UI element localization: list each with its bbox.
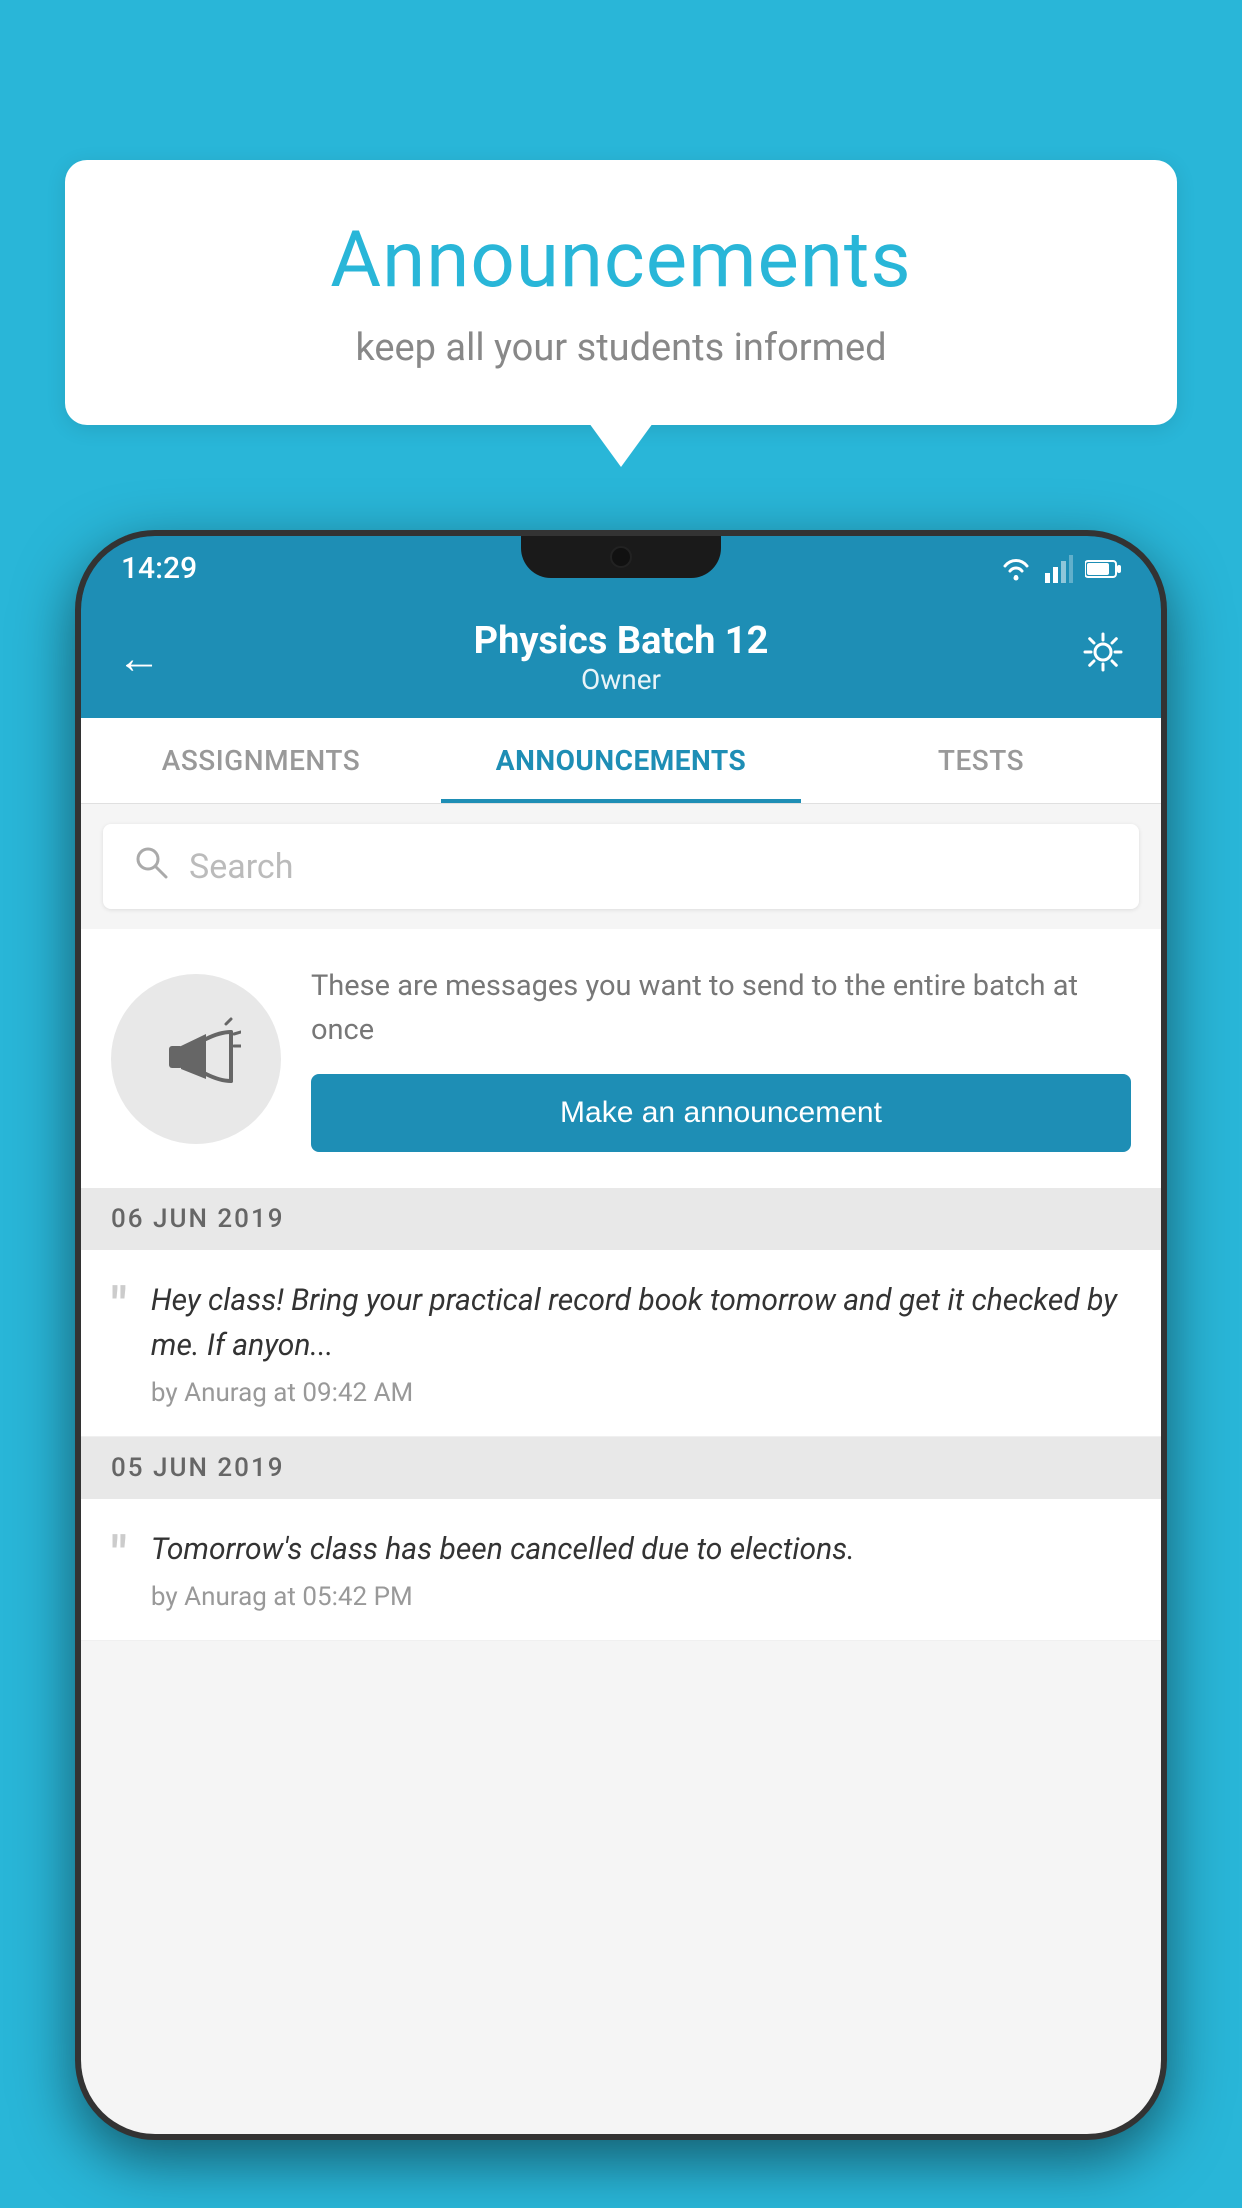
wifi-icon	[999, 555, 1033, 583]
promo-card: These are messages you want to send to t…	[81, 929, 1161, 1188]
search-icon	[133, 844, 169, 889]
announcement-item-2[interactable]: " Tomorrow's class has been cancelled du…	[81, 1499, 1161, 1641]
announcement-meta-1: by Anurag at 09:42 AM	[151, 1378, 1131, 1408]
announcement-meta-2: by Anurag at 05:42 PM	[151, 1582, 1131, 1612]
header-center: Physics Batch 12 Owner	[161, 619, 1081, 696]
power-button[interactable]	[1163, 836, 1167, 946]
tab-announcements[interactable]: ANNOUNCEMENTS	[441, 718, 801, 803]
phone-screen: Search	[81, 804, 1161, 2140]
make-announcement-button[interactable]: Make an announcement	[311, 1074, 1131, 1152]
phone-wrapper: 14:29	[75, 530, 1167, 2208]
announcement-item-1[interactable]: " Hey class! Bring your practical record…	[81, 1250, 1161, 1437]
header-subtitle: Owner	[161, 663, 1081, 696]
promo-right: These are messages you want to send to t…	[311, 965, 1131, 1152]
volume-button-up[interactable]	[75, 786, 79, 866]
tabs-bar: ASSIGNMENTS ANNOUNCEMENTS TESTS	[81, 718, 1161, 804]
volume-button-down[interactable]	[75, 886, 79, 966]
app-header: ← Physics Batch 12 Owner	[81, 601, 1161, 718]
battery-icon	[1085, 558, 1121, 580]
status-icons	[999, 555, 1121, 583]
date-separator-1: 06 JUN 2019	[81, 1188, 1161, 1250]
front-camera	[610, 546, 632, 568]
gear-button[interactable]	[1081, 630, 1125, 685]
speech-bubble-container: Announcements keep all your students inf…	[65, 160, 1177, 425]
search-placeholder: Search	[189, 847, 293, 887]
megaphone-icon	[151, 1014, 241, 1104]
tab-assignments[interactable]: ASSIGNMENTS	[81, 718, 441, 803]
announcement-text-1: Hey class! Bring your practical record b…	[151, 1278, 1131, 1368]
speech-bubble-title: Announcements	[125, 215, 1117, 306]
promo-description: These are messages you want to send to t…	[311, 965, 1131, 1052]
back-button[interactable]: ←	[117, 636, 161, 680]
quote-icon-2: "	[111, 1531, 127, 1581]
signal-icon	[1045, 555, 1073, 583]
date-text-1: 06 JUN 2019	[111, 1204, 285, 1234]
announcement-content-2: Tomorrow's class has been cancelled due …	[151, 1527, 1131, 1612]
date-text-2: 05 JUN 2019	[111, 1453, 285, 1483]
phone-frame: 14:29	[75, 530, 1167, 2140]
announcement-content-1: Hey class! Bring your practical record b…	[151, 1278, 1131, 1408]
speech-bubble-subtitle: keep all your students informed	[125, 326, 1117, 370]
tab-tests[interactable]: TESTS	[801, 718, 1161, 803]
promo-icon-circle	[111, 974, 281, 1144]
header-title: Physics Batch 12	[161, 619, 1081, 663]
speech-bubble: Announcements keep all your students inf…	[65, 160, 1177, 425]
announcement-text-2: Tomorrow's class has been cancelled due …	[151, 1527, 1131, 1572]
date-separator-2: 05 JUN 2019	[81, 1437, 1161, 1499]
phone-notch	[521, 536, 721, 578]
search-bar[interactable]: Search	[103, 824, 1139, 909]
status-time: 14:29	[121, 551, 197, 586]
quote-icon-1: "	[111, 1282, 127, 1332]
